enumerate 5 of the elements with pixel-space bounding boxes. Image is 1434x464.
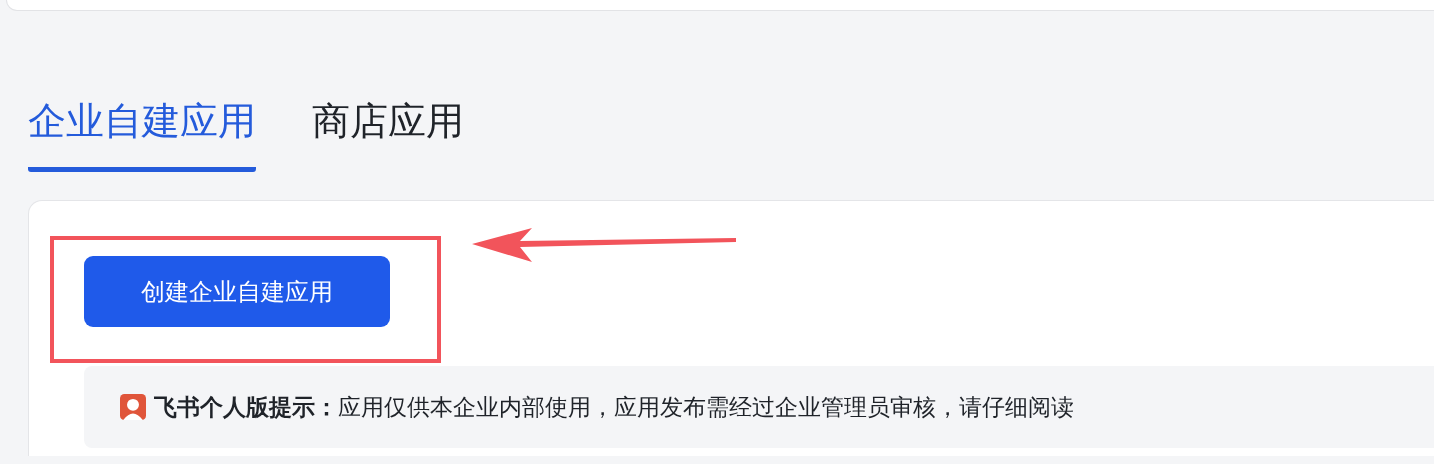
notice-text: 飞书个人版提示：应用仅供本企业内部使用，应用发布需经过企业管理员审核，请仔细阅读 bbox=[154, 392, 1074, 422]
tab[interactable]: 商店应用 bbox=[312, 87, 464, 172]
create-app-button[interactable]: 创建企业自建应用 bbox=[84, 256, 390, 327]
tab[interactable]: 企业自建应用 bbox=[28, 87, 256, 172]
avatar-icon bbox=[120, 394, 146, 420]
